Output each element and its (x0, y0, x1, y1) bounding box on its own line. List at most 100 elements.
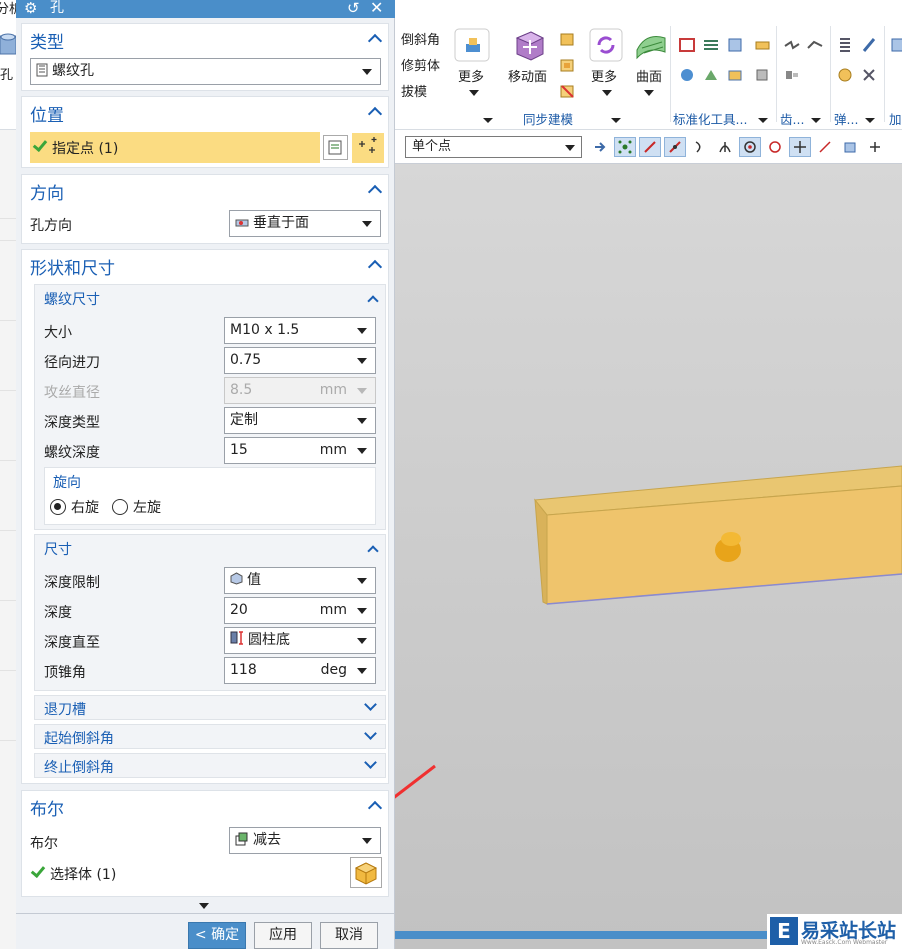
snap-point-dropdown[interactable]: 单个点 (405, 136, 582, 158)
end-chamfer-subsection[interactable]: 终止倒斜角 (34, 753, 386, 778)
boolean-dropdown[interactable]: 减去 (229, 827, 381, 854)
gear-tool-icon-3[interactable] (783, 66, 801, 84)
sync-modeling-group[interactable]: 同步建模 (523, 109, 573, 128)
sync-more-icon[interactable] (589, 28, 623, 62)
thread-size-header[interactable]: 螺纹尺寸 (44, 289, 100, 309)
midpoint-snap-icon[interactable] (664, 137, 686, 157)
collapse-icon[interactable] (367, 800, 383, 816)
hole-icon[interactable] (0, 32, 17, 56)
add-group[interactable]: 加 (889, 109, 902, 128)
right-hand-radio[interactable] (50, 499, 66, 515)
std-part-icon-7[interactable] (753, 36, 771, 54)
size-dropdown[interactable]: M10 x 1.5 (224, 317, 376, 344)
dimensions-header[interactable]: 尺寸 (44, 539, 72, 559)
surface-icon[interactable] (634, 28, 668, 62)
std-part-icon-8[interactable] (753, 66, 771, 84)
more-button-2[interactable]: 更多 (591, 66, 617, 85)
more-options-arrow[interactable] (199, 903, 209, 909)
offset-region-icon[interactable] (558, 30, 576, 48)
std-part-icon-5[interactable] (702, 66, 720, 84)
arc-center-snap-icon[interactable] (739, 137, 761, 157)
right-hand-label[interactable]: 右旋 (71, 497, 99, 517)
draft-button[interactable]: 拔模 (401, 81, 427, 100)
boolean-value: 减去 (253, 832, 281, 848)
specify-point-row[interactable]: 指定点 (1) (30, 132, 320, 163)
snap-enable-icon[interactable] (614, 137, 636, 157)
std-part-icon-2[interactable] (702, 36, 720, 54)
spring-tool-icon-4[interactable] (860, 66, 878, 84)
std-part-icon-6[interactable] (726, 66, 744, 84)
collapse-icon[interactable] (367, 545, 379, 557)
move-face-button[interactable]: 移动面 (508, 66, 547, 85)
std-part-icon-1[interactable] (678, 36, 696, 54)
surface-button[interactable]: 曲面 (636, 66, 662, 85)
collapse-icon[interactable] (367, 33, 383, 49)
delete-face-icon[interactable] (558, 82, 576, 100)
thread-depth-field[interactable]: 15 mm (224, 437, 376, 464)
position-header[interactable]: 位置 (30, 101, 64, 126)
close-icon[interactable]: ✕ (370, 0, 383, 17)
point-on-face-snap-icon[interactable] (839, 137, 861, 157)
spring-tool-icon-3[interactable] (836, 66, 854, 84)
std-part-icon-4[interactable] (678, 66, 696, 84)
control-point-snap-icon[interactable] (689, 137, 711, 157)
gear-group[interactable]: 齿... (780, 109, 804, 128)
expand-icon[interactable] (364, 756, 377, 769)
start-chamfer-subsection[interactable]: 起始倒斜角 (34, 724, 386, 749)
trim-body-button[interactable]: 修剪体 (401, 55, 440, 74)
depth-field[interactable]: 20 mm (224, 597, 376, 624)
std-part-icon-3[interactable] (726, 36, 744, 54)
point-on-curve-snap-icon[interactable] (814, 137, 836, 157)
tip-angle-field[interactable]: 118 deg (224, 657, 376, 684)
radial-engage-dropdown[interactable]: 0.75 (224, 347, 376, 374)
arrow-right-icon[interactable] (590, 137, 612, 157)
cancel-button[interactable]: 取消 (320, 922, 378, 949)
gear-icon[interactable]: ⚙ (24, 0, 37, 17)
hole-direction-dropdown[interactable]: 垂直于面 (229, 210, 381, 237)
reset-icon[interactable]: ↺ (347, 0, 360, 17)
endpoint-snap-icon[interactable] (639, 137, 661, 157)
relief-subsection[interactable]: 退刀槽 (34, 695, 386, 720)
move-face-icon[interactable] (513, 28, 547, 62)
spring-group[interactable]: 弹... (834, 109, 858, 128)
std-tools-group[interactable]: 标准化工具... (673, 109, 747, 128)
depth-type-dropdown[interactable]: 定制 (224, 407, 376, 434)
direction-header[interactable]: 方向 (30, 179, 64, 204)
spring-tool-icon-2[interactable] (860, 36, 878, 54)
expand-icon[interactable] (364, 727, 377, 740)
ok-button[interactable]: < 确定 > (188, 922, 246, 949)
gear-tool-icon-1[interactable] (783, 36, 801, 54)
intersection-snap-icon[interactable] (714, 137, 736, 157)
bounded-grid-snap-icon[interactable] (864, 137, 886, 157)
point-dialog-icon[interactable] (352, 133, 384, 163)
collapse-icon[interactable] (367, 106, 383, 122)
expand-icon[interactable] (364, 698, 377, 711)
existing-point-snap-icon[interactable] (789, 137, 811, 157)
sketch-section-icon[interactable] (323, 135, 348, 160)
depth-to-dropdown[interactable]: 圆柱底 (224, 627, 376, 654)
chamfer-button[interactable]: 倒斜角 (401, 29, 440, 48)
quadrant-snap-icon[interactable] (764, 137, 786, 157)
apply-button[interactable]: 应用 (254, 922, 312, 949)
emboss-icon[interactable] (454, 28, 490, 62)
dialog-title-bar[interactable]: ⚙ 孔 ↺ ✕ (16, 0, 395, 18)
left-hand-radio[interactable] (112, 499, 128, 515)
select-body-label[interactable]: 选择体 (1) (50, 864, 116, 884)
hole-type-dropdown[interactable]: 螺纹孔 (30, 58, 381, 85)
spring-tool-icon-1[interactable] (836, 36, 854, 54)
depth-limit-dropdown[interactable]: 值 (224, 567, 376, 594)
type-header[interactable]: 类型 (30, 28, 64, 53)
boolean-header[interactable]: 布尔 (30, 795, 64, 820)
add-tool-icon[interactable] (889, 36, 902, 54)
hole-command-label[interactable]: 孔 (0, 64, 13, 83)
select-body-icon[interactable] (350, 857, 382, 888)
collapse-icon[interactable] (367, 295, 379, 307)
gear-tool-icon-2[interactable] (806, 36, 824, 54)
collapse-icon[interactable] (367, 184, 383, 200)
collapse-icon[interactable] (367, 259, 383, 275)
shape-header[interactable]: 形状和尺寸 (30, 254, 115, 279)
replace-face-icon[interactable] (558, 56, 576, 74)
more-button-1[interactable]: 更多 (458, 66, 484, 85)
left-hand-label[interactable]: 左旋 (133, 497, 161, 517)
graphics-viewport[interactable] (395, 164, 902, 949)
